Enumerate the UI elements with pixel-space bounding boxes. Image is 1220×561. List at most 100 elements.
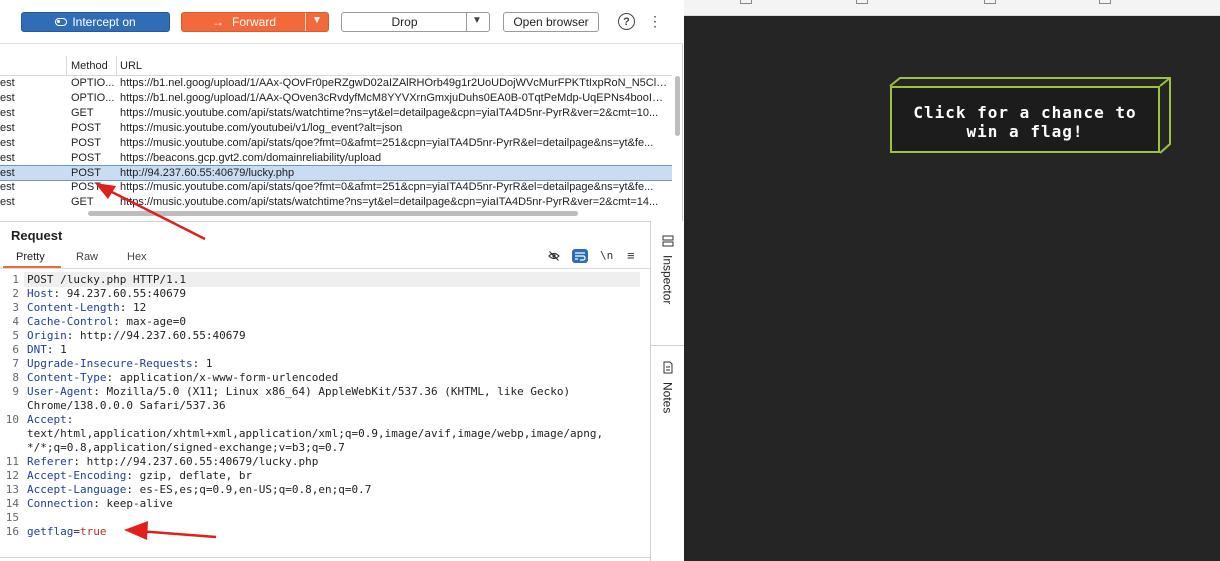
vertical-scrollbar[interactable]	[675, 76, 680, 136]
type-cell: est	[0, 152, 15, 164]
column-header-method[interactable]: Method	[71, 56, 117, 76]
header-value: http://94.237.60.55:40679/lucky.php	[86, 455, 319, 468]
separator: :	[66, 413, 80, 426]
separator: :	[93, 497, 107, 510]
request-editor[interactable]: 1 POST /lucky.php HTTP/1.1 2 Host: 94.237.6…	[0, 272, 650, 557]
header-name: Upgrade-Insecure-Requests	[27, 357, 193, 370]
code-line: User-Agent: Mozilla/5.0 (X11; Linux x86_…	[27, 385, 570, 398]
separator: :	[126, 483, 140, 496]
tab-stub[interactable]	[984, 0, 996, 4]
divider	[466, 13, 467, 31]
separator: :	[192, 357, 206, 370]
column-header-url[interactable]: URL	[120, 56, 670, 76]
toggle-icon	[55, 18, 68, 26]
tab-pretty[interactable]: Pretty	[16, 251, 45, 263]
inspector-tab[interactable]: Inspector	[651, 235, 684, 304]
type-cell: est	[0, 92, 15, 104]
header-name: Content-Length	[27, 301, 120, 314]
table-row[interactable]: est POST https://music.youtube.com/api/s…	[0, 136, 672, 151]
header-name: Accept-Encoding	[27, 469, 127, 482]
url-cell: https://music.youtube.com/api/stats/watc…	[120, 107, 659, 119]
type-cell: est	[0, 167, 15, 179]
separator: :	[66, 329, 80, 342]
notes-tab[interactable]: Notes	[651, 361, 684, 413]
tab-raw[interactable]: Raw	[76, 251, 98, 263]
url-cell: http://94.237.60.55:40679/lucky.php	[120, 167, 295, 179]
method-cell: OPTIO...	[71, 77, 115, 89]
horizontal-scrollbar[interactable]	[88, 211, 578, 216]
table-header: Method URL	[0, 56, 672, 76]
get-flag-button[interactable]: Click for a chance to win a flag!	[890, 86, 1160, 153]
inspector-icon	[662, 235, 673, 247]
url-cell: https://beacons.gcp.gvt2.com/domainrelia…	[120, 152, 382, 164]
table-row[interactable]: est POST https://music.youtube.com/youtu…	[0, 121, 672, 136]
line-number: 15	[5, 511, 19, 524]
line-number: 4	[12, 315, 19, 328]
hamburger-menu-icon[interactable]: ≡	[627, 248, 635, 263]
header-name: Accept	[27, 413, 67, 426]
chevron-down-icon[interactable]: ▼	[312, 15, 322, 26]
body-param-name: getflag	[27, 525, 74, 538]
screen: Intercept on → Forward ▼ Drop ▼ Open bro…	[0, 0, 1220, 561]
tab-stub[interactable]	[1099, 0, 1111, 4]
code-line: DNT: 1	[27, 343, 67, 356]
flag-button-line2: win a flag!	[966, 122, 1084, 141]
line-number: 9	[12, 385, 19, 398]
url-cell: https://b1.nel.goog/upload/1/AAx-QOvFr0p…	[120, 77, 670, 89]
hide-eye-icon[interactable]	[548, 250, 560, 262]
separator: :	[113, 315, 127, 328]
header-value: 12	[132, 301, 147, 314]
column-divider[interactable]	[66, 56, 67, 76]
divider	[0, 268, 650, 269]
notes-icon	[663, 361, 672, 374]
tab-hex[interactable]: Hex	[127, 251, 147, 263]
request-title: Request	[11, 228, 63, 243]
line-number: 10	[5, 413, 19, 426]
code-line: POST /lucky.php HTTP/1.1	[27, 273, 186, 286]
tab-stub[interactable]	[856, 0, 868, 4]
code-line: Origin: http://94.237.60.55:40679	[27, 329, 246, 342]
table-row[interactable]: est POST https://music.youtube.com/api/s…	[0, 180, 672, 195]
header-name: DNT	[27, 343, 47, 356]
type-cell: est	[0, 181, 15, 193]
header-value: gzip, deflate, br	[139, 469, 253, 482]
code-line: Content-Length: 12	[27, 301, 146, 314]
header-name: Host	[27, 287, 54, 300]
word-wrap-icon[interactable]	[572, 249, 588, 263]
url-cell: https://music.youtube.com/api/stats/watc…	[120, 196, 659, 208]
table-row-selected[interactable]: est POST http://94.237.60.55:40679/lucky…	[0, 165, 672, 181]
forward-button[interactable]: → Forward ▼	[181, 12, 329, 32]
header-value: keep-alive	[106, 497, 173, 510]
separator: :	[126, 469, 140, 482]
table-row[interactable]: est OPTIO... https://b1.nel.goog/upload/…	[0, 91, 672, 106]
proxy-toolbar: Intercept on → Forward ▼ Drop ▼ Open bro…	[0, 0, 683, 44]
show-newlines-icon[interactable]: \n	[600, 249, 613, 262]
intercept-toggle-button[interactable]: Intercept on	[21, 12, 170, 32]
method-cell: GET	[71, 107, 94, 119]
code-line: Upgrade-Insecure-Requests: 1	[27, 357, 212, 370]
line-number: 14	[5, 497, 19, 510]
table-row[interactable]: est OPTIO... https://b1.nel.goog/upload/…	[0, 76, 672, 91]
side-tabs: Inspector Notes	[650, 221, 684, 561]
browser-tab-strip	[684, 0, 1220, 16]
header-value: http://94.237.60.55:40679	[80, 329, 246, 342]
tab-stub[interactable]	[740, 0, 752, 4]
line-number: 7	[12, 357, 19, 370]
forward-label: Forward	[232, 15, 277, 29]
type-cell: est	[0, 137, 15, 149]
intercept-label: Intercept on	[72, 15, 136, 29]
header-name: Cache-Control	[27, 315, 114, 328]
more-options-icon[interactable]: ⋮	[648, 12, 662, 30]
table-row[interactable]: est POST https://beacons.gcp.gvt2.com/do…	[0, 151, 672, 166]
table-row[interactable]: est GET https://music.youtube.com/api/st…	[0, 106, 672, 121]
url-cell: https://music.youtube.com/api/stats/qoe?…	[120, 181, 654, 193]
open-browser-button[interactable]: Open browser	[503, 12, 599, 32]
column-divider[interactable]	[116, 56, 117, 76]
drop-button[interactable]: Drop ▼	[341, 12, 490, 32]
code-line: Accept:	[27, 413, 80, 426]
table-row[interactable]: est GET https://music.youtube.com/api/st…	[0, 195, 672, 210]
help-icon[interactable]: ?	[618, 13, 635, 30]
flag-button-3d-edge	[889, 77, 1171, 154]
header-name: Referer	[27, 455, 74, 468]
chevron-down-icon[interactable]: ▼	[472, 15, 482, 26]
